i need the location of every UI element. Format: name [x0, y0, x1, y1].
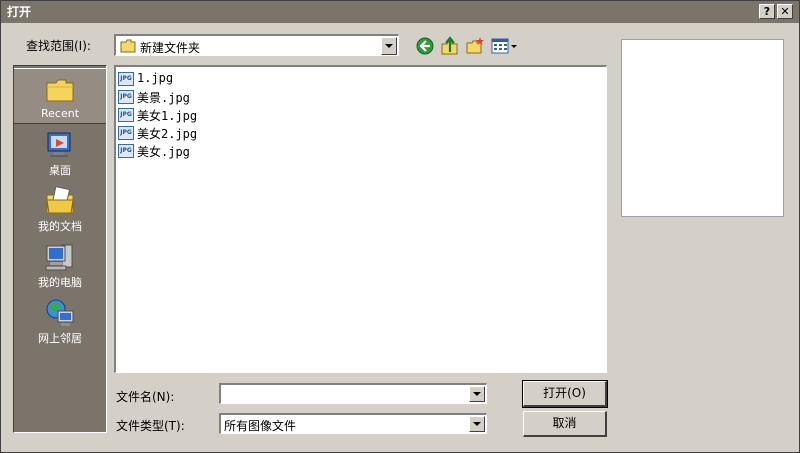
my-computer-icon	[45, 244, 73, 271]
place-network[interactable]: 网上邻居	[14, 292, 106, 348]
look-in-combo[interactable]: 新建文件夹	[114, 34, 399, 56]
filetype-dropdown-button[interactable]	[469, 416, 485, 432]
look-in-value: 新建文件夹	[140, 41, 201, 55]
jpg-file-icon: JPG	[118, 144, 134, 158]
filename-combo[interactable]	[219, 383, 487, 404]
place-my-computer-label: 我的电脑	[38, 276, 82, 289]
new-folder-button[interactable]	[465, 36, 485, 56]
folder-icon	[120, 39, 136, 53]
network-icon	[46, 299, 74, 326]
window-title: 打开	[7, 5, 32, 19]
my-documents-icon	[46, 186, 74, 214]
look-in-label: 查找范围(I):	[26, 39, 91, 53]
file-list[interactable]: JPG 1.jpg JPG 美景.jpg JPG 美女1.jpg JPG 美女2…	[114, 65, 607, 373]
place-recent[interactable]: Recent	[14, 68, 106, 124]
close-button[interactable]: ✕	[777, 4, 793, 19]
look-in-dropdown-button[interactable]	[381, 37, 397, 55]
place-desktop[interactable]: 桌面	[14, 124, 106, 180]
open-button[interactable]: 打开(O)	[522, 380, 608, 408]
open-dialog: 打开 ? ✕ 查找范围(I): 新建文件夹 Recent 桌面 我的文档 我的电…	[0, 0, 800, 453]
title-bar[interactable]: 打开	[1, 1, 799, 23]
places-bar: Recent 桌面 我的文档 我的电脑 网上邻居	[13, 65, 107, 433]
desktop-icon	[47, 132, 71, 157]
back-icon	[416, 37, 434, 55]
view-menu-icon	[491, 38, 517, 54]
preview-pane	[621, 39, 784, 217]
cancel-button[interactable]: 取消	[523, 411, 607, 437]
jpg-file-icon: JPG	[118, 126, 134, 140]
up-folder-button[interactable]	[440, 36, 460, 56]
file-name: 美女2.jpg	[137, 127, 198, 141]
up-folder-icon	[441, 36, 458, 55]
filename-dropdown-button[interactable]	[469, 386, 485, 402]
filetype-select[interactable]: 所有图像文件	[219, 413, 487, 434]
new-folder-icon	[466, 37, 484, 54]
file-name: 美女1.jpg	[137, 109, 198, 123]
help-button[interactable]: ?	[759, 4, 775, 19]
file-name: 1.jpg	[137, 71, 174, 85]
filetype-label: 文件类型(T):	[116, 419, 185, 433]
recent-folder-icon	[46, 79, 74, 102]
back-button[interactable]	[415, 36, 435, 56]
filename-input[interactable]	[222, 386, 472, 402]
filetype-value: 所有图像文件	[224, 419, 297, 433]
view-menu-button[interactable]	[491, 36, 519, 56]
file-name: 美女.jpg	[137, 145, 190, 159]
jpg-file-icon: JPG	[118, 72, 134, 86]
filename-label: 文件名(N):	[116, 390, 175, 404]
place-my-documents-label: 我的文档	[38, 220, 82, 233]
file-name: 美景.jpg	[137, 91, 190, 105]
place-my-computer[interactable]: 我的电脑	[14, 236, 106, 292]
jpg-file-icon: JPG	[118, 90, 134, 104]
place-desktop-label: 桌面	[49, 164, 71, 177]
place-network-label: 网上邻居	[38, 332, 82, 345]
place-recent-label: Recent	[40, 107, 80, 120]
jpg-file-icon: JPG	[118, 108, 134, 122]
place-my-documents[interactable]: 我的文档	[14, 180, 106, 236]
